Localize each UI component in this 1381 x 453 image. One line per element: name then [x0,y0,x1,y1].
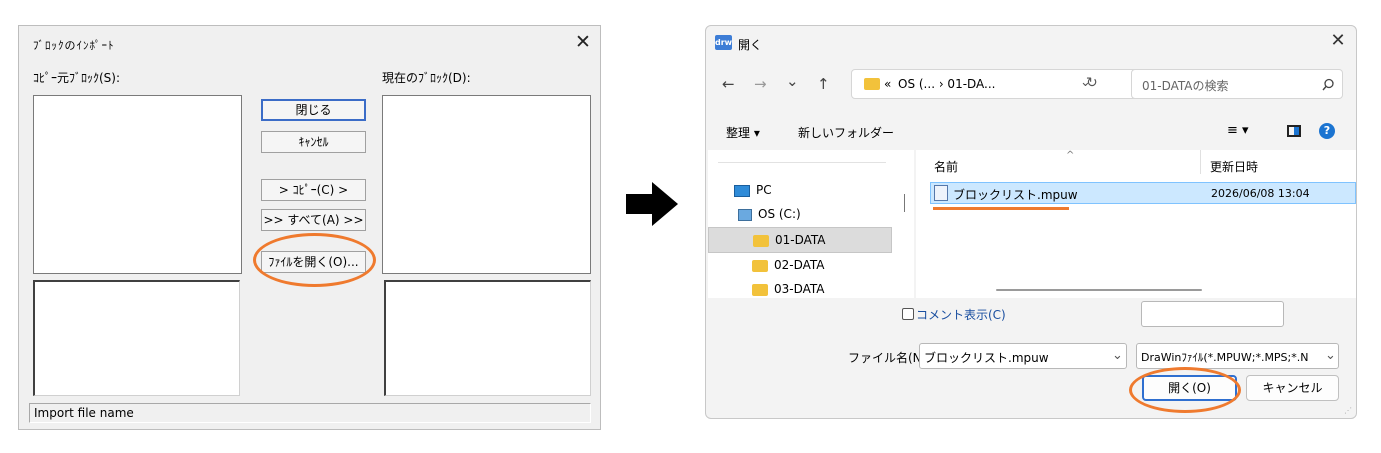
highlight-underline [933,207,1069,210]
column-divider[interactable] [1200,150,1201,174]
organize-menu[interactable]: 整理 ▾ [726,124,760,141]
folder-icon [752,259,768,272]
back-icon[interactable]: ← [722,75,735,93]
comment-label: コメント表示(C) [916,308,1006,322]
close-icon[interactable]: ✕ [1326,30,1350,51]
folder-icon [864,78,880,90]
nav-item-01-data[interactable]: 01-DATA [708,227,892,253]
file-row[interactable]: ブロックリスト.mpuw 2026/06/08 13:04 [930,182,1356,204]
copy-button[interactable]: > ｺﾋﾟｰ(C) > [261,179,366,201]
close-button[interactable]: 閉じる [261,99,366,121]
nav-divider [718,162,886,163]
current-blocks-list[interactable] [382,95,591,274]
recent-dropdown-icon[interactable]: ⌄ [786,72,799,90]
highlight-circle [1129,367,1241,413]
nav-item-os-c[interactable]: OS (C:) [738,202,914,226]
cancel-button[interactable]: ｷｬﾝｾﾙ [261,131,366,153]
highlight-circle [253,233,376,287]
nav-item-02-data[interactable]: 02-DATA [708,253,892,277]
nav-item-label: PC [756,183,772,197]
address-path: OS (... › 01-DA... [898,77,996,91]
comment-field[interactable] [1141,301,1284,327]
nav-scrollbar-thumb[interactable] [904,194,905,212]
refresh-icon[interactable]: ↻ [1086,75,1098,91]
nav-item-label: 03-DATA [774,282,825,296]
filename-value: ブロックリスト.mpuw [924,351,1049,365]
nav-item-03-data[interactable]: 03-DATA [708,277,892,301]
address-prefix: « [884,77,892,91]
navigation-pane: PC OS (C:) 01-DATA 02-DATA 03-DATA [708,150,914,298]
horizontal-scrollbar[interactable] [996,289,1202,291]
copy-all-button[interactable]: >> すべて(A) >> [261,209,366,231]
nav-item-label: OS (C:) [758,207,801,221]
cancel-button[interactable]: キャンセル [1246,375,1339,401]
file-modified: 2026/06/08 13:04 [1211,187,1310,200]
resize-grip-icon[interactable]: ⋰ [1344,406,1352,415]
comment-checkbox[interactable] [902,308,914,320]
view-menu[interactable]: ≡ ▾ [1227,123,1249,138]
source-blocks-list[interactable] [33,95,242,274]
address-bar[interactable]: « OS (... › 01-DA... ⌄ [851,69,1172,99]
filetype-select[interactable]: DraWinﾌｧｲﾙ(*.MPUW;*.MPS;*.N ⌄ [1136,343,1339,369]
column-header-name[interactable]: 名前 [934,158,958,175]
source-blocks-label: ｺﾋﾟｰ元ﾌﾞﾛｯｸ(S): [33,71,121,85]
filetype-value: DraWinﾌｧｲﾙ(*.MPUW;*.MPS;*.N [1141,351,1309,364]
chevron-down-icon[interactable]: ⌄ [1323,348,1336,363]
drive-icon [738,208,752,221]
filename-input[interactable]: ブロックリスト.mpuw ⌄ [919,343,1127,369]
search-box[interactable]: 01-DATAの検索 [1131,69,1343,99]
nav-item-label: 01-DATA [775,233,826,247]
nav-item-pc[interactable]: PC [734,178,914,202]
forward-icon[interactable]: → [754,75,767,93]
sort-arrow-icon: ^ [1066,150,1075,161]
search-placeholder: 01-DATAの検索 [1142,79,1229,93]
preview-pane-icon[interactable] [1287,125,1301,137]
file-list-pane: 名前 ^ 更新日時 ブロックリスト.mpuw 2026/06/08 13:04 [916,150,1356,298]
app-icon: drw [715,35,732,50]
import-file-name-status: Import file name [29,403,591,423]
search-icon[interactable] [1322,78,1335,91]
chevron-down-icon[interactable]: ⌄ [1112,348,1123,363]
dialog-title: ﾌﾞﾛｯｸのｲﾝﾎﾟｰﾄ [33,39,115,52]
mpuw-file-icon [934,185,948,201]
help-icon[interactable]: ? [1319,123,1335,139]
file-name: ブロックリスト.mpuw [953,188,1078,202]
current-blocks-label: 現在のﾌﾞﾛｯｸ(D): [382,71,471,85]
close-icon[interactable]: ✕ [571,30,595,54]
new-folder-button[interactable]: 新しいフォルダー [798,124,894,141]
current-preview [384,280,591,396]
open-file-dialog: drw 開く ✕ ← → ⌄ ↑ « OS (... › 01-DA... ⌄ … [705,25,1357,419]
folder-icon [753,234,769,247]
nav-item-label: 02-DATA [774,258,825,272]
column-header-modified[interactable]: 更新日時 [1210,158,1258,175]
pc-icon [734,184,750,197]
block-import-dialog: ﾌﾞﾛｯｸのｲﾝﾎﾟｰﾄ ✕ ｺﾋﾟｰ元ﾌﾞﾛｯｸ(S): 現在のﾌﾞﾛｯｸ(D… [18,25,601,430]
up-icon[interactable]: ↑ [817,75,830,93]
right-arrow-icon [626,182,678,226]
folder-icon [752,283,768,296]
dialog-title: 開く [738,38,763,52]
source-preview [33,280,240,396]
